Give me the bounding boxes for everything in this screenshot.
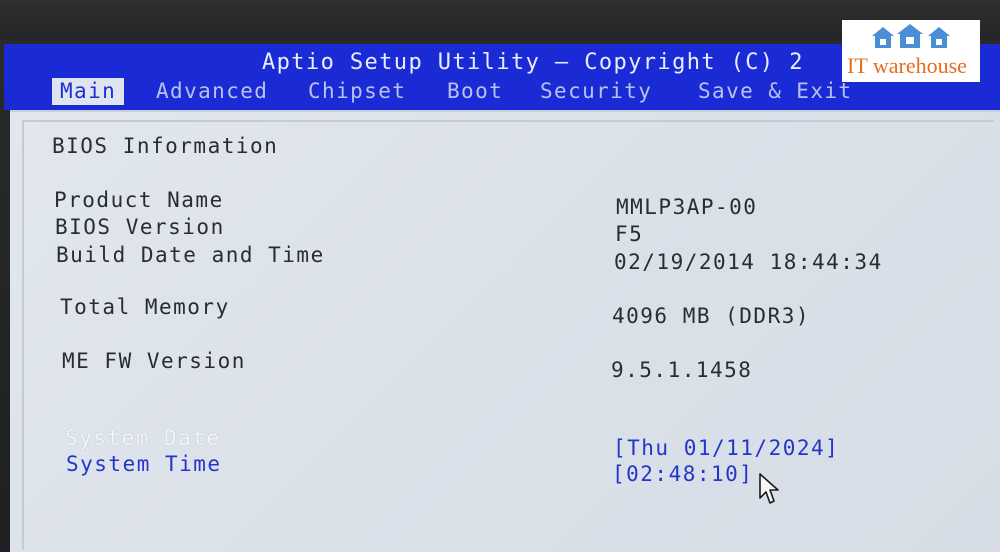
system-date-label[interactable]: System Date xyxy=(65,426,221,450)
total-memory-label: Total Memory xyxy=(60,295,230,319)
watermark-logo: IT warehouse xyxy=(842,20,980,82)
product-name-label: Product Name xyxy=(54,188,224,212)
tab-main[interactable]: Main xyxy=(52,78,125,105)
mouse-pointer-icon xyxy=(759,473,779,504)
total-memory-value: 4096 MB (DDR3) xyxy=(612,304,811,328)
me-fw-version-label: ME FW Version xyxy=(62,349,246,373)
bios-screen: Aptio Setup Utility – Copyright (C) 2 Ma… xyxy=(0,0,1000,552)
tab-advanced[interactable]: Advanced xyxy=(148,78,276,105)
tab-save-exit[interactable]: Save & Exit xyxy=(690,78,860,105)
system-time-value[interactable]: [02:48:10] xyxy=(612,462,753,486)
bios-version-value: F5 xyxy=(615,222,644,246)
panel-frame xyxy=(22,120,994,550)
system-date-value[interactable]: [Thu 01/11/2024] xyxy=(613,436,839,460)
tab-security[interactable]: Security xyxy=(532,78,660,105)
tab-chipset[interactable]: Chipset xyxy=(300,78,414,105)
app-title: Aptio Setup Utility – Copyright (C) 2 xyxy=(262,50,804,75)
main-panel: BIOS Information Product Name MMLP3AP-00… xyxy=(10,110,1000,552)
build-date-label: Build Date and Time xyxy=(56,243,325,267)
bios-version-label: BIOS Version xyxy=(55,215,225,239)
me-fw-version-value: 9.5.1.1458 xyxy=(611,358,753,382)
section-title: BIOS Information xyxy=(52,134,279,158)
system-time-label[interactable]: System Time xyxy=(66,452,222,476)
tab-boot[interactable]: Boot xyxy=(439,78,511,105)
watermark-text: IT warehouse xyxy=(847,53,967,78)
product-name-value: MMLP3AP-00 xyxy=(616,195,758,219)
houses-icon xyxy=(872,24,950,48)
build-date-value: 02/19/2014 18:44:34 xyxy=(614,250,883,274)
